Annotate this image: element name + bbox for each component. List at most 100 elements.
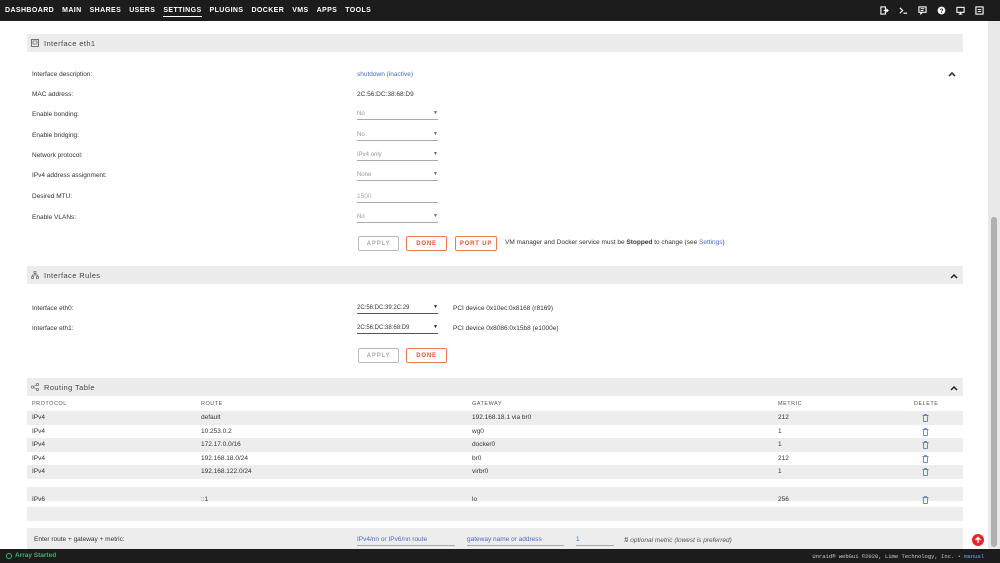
caret-down-icon: ▼	[433, 304, 438, 310]
cell-gateway: 192.168.18.1 via br0	[472, 414, 532, 421]
cell-protocol: IPv4	[32, 441, 46, 449]
rules-apply-button[interactable]: APPLY	[358, 348, 399, 363]
vlans-select[interactable]: No ▼	[357, 210, 438, 223]
caret-down-icon: ▼	[433, 110, 438, 116]
eth0-device: PCI device 0x10ec:0x8168 (r8169)	[453, 305, 554, 312]
copyright-text: Unraid® webGui ©2020, Lime Technology, I…	[812, 553, 955, 560]
nav-vms[interactable]: VMS	[292, 0, 308, 21]
caret-down-icon: ▼	[433, 131, 438, 137]
cell-metric: 1	[778, 468, 782, 476]
nav-plugins[interactable]: PLUGINS	[210, 0, 244, 21]
bridging-value: No	[357, 132, 365, 138]
trash-icon[interactable]	[922, 427, 929, 436]
scrollbar[interactable]	[988, 21, 1000, 549]
feedback-icon[interactable]	[918, 6, 927, 15]
trash-icon[interactable]	[922, 454, 929, 463]
done-button[interactable]: DONE	[406, 236, 447, 251]
bonding-select[interactable]: No ▼	[357, 107, 438, 120]
section-title: Interface Rules	[44, 270, 101, 280]
protocol-label: Network protocol:	[32, 152, 83, 159]
metric-hint: ⇅ optional metric (lowest is preferred)	[623, 536, 732, 544]
cell-gateway: docker0	[472, 441, 496, 449]
top-nav: DASHBOARD MAIN SHARES USERS SETTINGS PLU…	[0, 0, 1000, 21]
log-icon[interactable]	[956, 6, 965, 15]
mtu-input[interactable]: 1500	[357, 191, 438, 203]
rules-done-button[interactable]: DONE	[406, 348, 447, 363]
nav-settings[interactable]: SETTINGS	[163, 0, 202, 21]
nav-users[interactable]: USERS	[129, 0, 155, 21]
vlans-label: Enable VLANs:	[32, 214, 77, 221]
ipv4-assignment-select[interactable]: None ▼	[357, 168, 438, 181]
vlans-value: No	[357, 214, 365, 220]
metric-input[interactable]: 1	[576, 534, 614, 546]
note-bold: Stopped	[626, 239, 653, 246]
trash-icon[interactable]	[922, 468, 929, 477]
nav-tools[interactable]: TOOLS	[345, 0, 371, 21]
info-icon[interactable]	[975, 6, 984, 15]
svg-text:?: ?	[940, 8, 944, 15]
trash-icon[interactable]	[922, 414, 929, 422]
table-row: IPv4 default 192.168.18.1 via br0 212	[27, 411, 963, 425]
terminal-icon[interactable]	[899, 6, 908, 15]
cell-protocol: IPv6	[32, 496, 46, 503]
apply-button[interactable]: APPLY	[358, 236, 399, 251]
settings-content: Interface eth1 Interface description: sh…	[0, 21, 988, 549]
nav-apps[interactable]: APPS	[317, 0, 338, 21]
mac-label: MAC address:	[32, 91, 74, 98]
port-up-button[interactable]: PORT UP	[455, 236, 497, 251]
array-status-text: Array Started	[15, 552, 57, 559]
bridging-select[interactable]: No ▼	[357, 128, 438, 141]
arrow-up-icon	[975, 536, 981, 543]
table-row-spacer	[27, 507, 963, 521]
nav-shares[interactable]: SHARES	[90, 0, 122, 21]
cell-protocol: IPv4	[32, 468, 46, 476]
cell-metric: 1	[778, 441, 782, 449]
trash-icon[interactable]	[922, 441, 929, 450]
col-protocol: PROTOCOL	[32, 401, 67, 407]
chevron-up-icon[interactable]	[950, 272, 958, 280]
manual-link-text: manual	[964, 553, 984, 560]
note-suffix: )	[722, 239, 725, 246]
description-value[interactable]: shutdown (inactive)	[357, 71, 413, 78]
scroll-to-top-button[interactable]	[972, 534, 984, 546]
logout-icon[interactable]	[880, 6, 889, 15]
table-row: IPv4 192.168.122.0/24 virbr0 1	[27, 465, 963, 479]
footer: Array Started Unraid® webGui ©2020, Lime…	[0, 549, 1000, 563]
nav-docker[interactable]: DOCKER	[251, 0, 284, 21]
caret-down-icon: ▼	[433, 151, 438, 157]
route-input[interactable]: IPv4/nn or IPv6/nn route	[357, 534, 455, 546]
network-card-icon	[31, 39, 39, 47]
eth1-mac-select[interactable]: 2C:56:DC:38:68:D9 ▼	[357, 321, 438, 334]
ipv4-assignment-label: IPv4 address assignment:	[32, 172, 107, 179]
interface-rules-header[interactable]: Interface Rules	[27, 266, 963, 284]
section-title: Routing Table	[44, 382, 95, 392]
scroll-thumb[interactable]	[991, 217, 997, 547]
metric-hint-text: optional metric (lowest is preferred)	[630, 537, 732, 544]
help-icon[interactable]: ?	[937, 6, 946, 15]
eth1-mac-value: 2C:56:DC:38:68:D9	[357, 325, 410, 331]
caret-down-icon: ▼	[433, 171, 438, 177]
nav-dashboard[interactable]: DASHBOARD	[5, 0, 54, 21]
routing-table-head: PROTOCOL ROUTE GATEWAY METRIC DELETE	[27, 399, 963, 410]
chevron-up-icon[interactable]	[948, 70, 956, 78]
cell-protocol: IPv4	[32, 414, 46, 421]
gateway-input[interactable]: gateway name or address	[467, 534, 564, 546]
interface-eth1-header[interactable]: Interface eth1	[27, 34, 963, 52]
eth1-device: PCI device 0x8086:0x15b8 (e1000e)	[453, 325, 559, 332]
protocol-select[interactable]: IPv4 only ▼	[357, 148, 438, 161]
manual-link[interactable]: ▪ manual	[958, 553, 984, 560]
nav-main[interactable]: MAIN	[62, 0, 82, 21]
routing-table-header[interactable]: Routing Table	[27, 378, 963, 396]
cell-route: 10.253.0.2	[201, 427, 232, 435]
eth0-mac-select[interactable]: 2C:56:DC:39:2C:29 ▼	[357, 301, 438, 314]
cell-route: 172.17.0.0/16	[201, 441, 241, 449]
settings-link[interactable]: Settings	[699, 239, 723, 246]
cell-route: ::1	[201, 496, 209, 503]
chevron-up-icon[interactable]	[950, 384, 958, 392]
cell-metric: 212	[778, 454, 789, 462]
cell-gateway: virbr0	[472, 468, 489, 476]
cell-route: 192.168.18.0/24	[201, 454, 248, 462]
trash-icon[interactable]	[922, 496, 929, 504]
add-route-label: Enter route + gateway + metric:	[34, 536, 125, 543]
mtu-label: Desired MTU:	[32, 193, 73, 200]
